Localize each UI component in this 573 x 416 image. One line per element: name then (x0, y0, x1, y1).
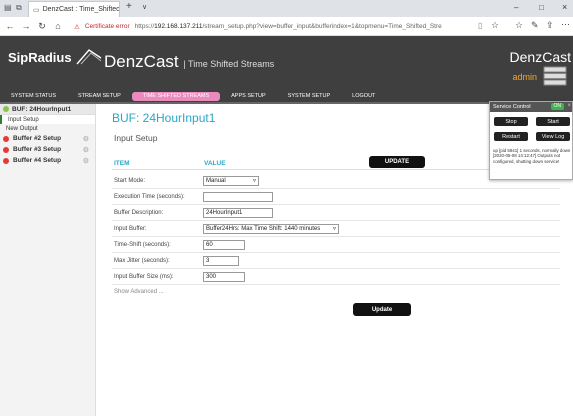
start-button[interactable]: Start (536, 117, 570, 126)
gear-icon[interactable]: ⚙ (83, 146, 89, 154)
chevron-down-icon: ▿ (332, 226, 336, 232)
top-menu: SYSTEM STATUS STREAM SETUP TIME SHIFTED … (0, 90, 460, 102)
status-error-icon (3, 157, 9, 164)
cert-warning-icon[interactable]: ⚠ (74, 23, 80, 31)
tab-dropdown-icon[interactable]: ∨ (142, 3, 147, 11)
start-mode-select[interactable]: Manual ▿ (203, 175, 259, 186)
sidebar-subitem-new-output[interactable]: New Output (0, 124, 95, 133)
tab-title: DenzCast : Time_Shiftec (42, 6, 120, 13)
app-header: SipRadius DenzCast | Time Shifted Stream… (0, 36, 573, 104)
row-label: Start Mode: (114, 177, 146, 184)
table-row: Input Buffer: Buffer24Hrs: Max Time Shif… (112, 221, 560, 237)
tab-list-icon[interactable]: ⧉ (16, 3, 22, 13)
maximize-button[interactable]: □ (539, 3, 544, 12)
reading-view-icon[interactable]: ▯ (478, 21, 482, 30)
sidebar-item-label: BUF: 24HourInput1 (12, 105, 72, 113)
menu-apps-setup[interactable]: APPS SETUP (220, 93, 277, 99)
column-header-item: ITEM (114, 160, 130, 167)
browser-tab[interactable]: ▭ DenzCast : Time_Shiftec × (28, 1, 120, 17)
service-control-title: Service Control (493, 104, 531, 110)
table-row: Input Buffer Size (ms): 300 (112, 269, 560, 285)
menu-stream-setup[interactable]: STREAM SETUP (67, 93, 132, 99)
row-label: Buffer Description: (114, 209, 164, 216)
table-row: Execution Time (seconds): (112, 189, 560, 205)
page-icon: ▭ (33, 6, 40, 14)
buffer-description-input[interactable]: 24HourInput1 (203, 207, 273, 218)
stop-button[interactable]: Stop (494, 117, 528, 126)
time-shift-input[interactable]: 60 (203, 239, 245, 250)
status-ok-icon (3, 106, 9, 112)
share-icon[interactable]: ⇪ (546, 20, 554, 31)
home-icon[interactable]: ⌂ (50, 21, 66, 31)
gear-icon[interactable]: ⚙ (83, 157, 89, 165)
close-window-button[interactable]: × (562, 2, 567, 12)
favorites-icon[interactable]: ☆ (515, 20, 523, 31)
user-label[interactable]: admin (512, 72, 537, 82)
table-row: Buffer Description: 24HourInput1 (112, 205, 560, 221)
browser-titlebar: ▤ ⧉ ▭ DenzCast : Time_Shiftec × + ∨ – □ … (0, 0, 573, 17)
sidebar: BUF: 24HourInput1 Input Setup New Output… (0, 104, 96, 416)
logo-swoosh-icon (76, 49, 102, 65)
row-label: Input Buffer: (114, 225, 147, 232)
forward-icon[interactable]: → (18, 21, 34, 31)
browser-menu-icon[interactable]: ▤ (4, 3, 12, 12)
row-label: Input Buffer Size (ms): (114, 273, 174, 280)
sipradius-logo: SipRadius (8, 48, 103, 66)
table-row: Max Jitter (seconds): 3 (112, 253, 560, 269)
chevron-down-icon: ▿ (252, 178, 256, 184)
sidebar-item-buffer-3[interactable]: Buffer #3 Setup ⚙ (0, 144, 95, 155)
menu-system-setup[interactable]: SYSTEM SETUP (277, 93, 341, 99)
minimize-button[interactable]: – (514, 3, 518, 12)
update-button-bottom[interactable]: Update (353, 303, 411, 316)
gear-icon[interactable]: ⚙ (83, 135, 89, 143)
row-label: Execution Time (seconds): (114, 193, 185, 200)
row-label: Max Jitter (seconds): (114, 257, 170, 264)
favorite-star-icon[interactable]: ☆ (491, 20, 499, 31)
app-subtitle: | Time Shifted Streams (183, 59, 275, 69)
service-log-text: up [pid 5841] 1 seconds, normally down [… (493, 148, 571, 164)
update-button-top[interactable]: UPDATE (369, 156, 425, 168)
sidebar-item-buffer-1[interactable]: BUF: 24HourInput1 (0, 104, 95, 115)
app-title: DenzCast | Time Shifted Streams (104, 52, 275, 71)
server-icon (543, 66, 567, 86)
menu-logout[interactable]: LOGOUT (341, 93, 386, 99)
status-error-icon (3, 146, 9, 153)
status-error-icon (3, 135, 9, 142)
menu-time-shifted-streams[interactable]: TIME SHIFTED STREAMS (131, 91, 221, 101)
back-icon[interactable]: ← (2, 21, 18, 31)
more-icon[interactable]: ⋯ (561, 19, 570, 30)
execution-time-input[interactable] (203, 191, 273, 202)
sidebar-item-label: Buffer #4 Setup (13, 157, 62, 164)
brand-label: DenzCast (509, 49, 571, 65)
row-label: Time-Shift (seconds): (114, 241, 171, 248)
url-text: https://192.168.137.211/stream_setup.php… (134, 23, 442, 30)
pen-icon[interactable]: ✎ (531, 20, 539, 31)
close-icon[interactable]: × (567, 103, 571, 109)
service-control-header: Service Control ON × (490, 102, 572, 112)
page-title: BUF: 24HourInput1 (112, 111, 216, 125)
sidebar-item-label: Buffer #2 Setup (13, 135, 62, 142)
section-title: Input Setup (114, 133, 158, 143)
table-row: Time-Shift (seconds): 60 (112, 237, 560, 253)
show-advanced-link[interactable]: Show Advanced ... (114, 289, 164, 295)
url-field[interactable]: ⚠ Certificate error https://192.168.137.… (74, 19, 472, 34)
refresh-icon[interactable]: ↻ (34, 21, 50, 32)
browser-addressbar: ← → ↻ ⌂ ⚠ Certificate error https://192.… (0, 17, 573, 36)
menu-system-status[interactable]: SYSTEM STATUS (0, 93, 67, 99)
view-log-button[interactable]: View Log (536, 132, 570, 141)
sidebar-item-buffer-2[interactable]: Buffer #2 Setup ⚙ (0, 133, 95, 144)
restart-button[interactable]: Restart (494, 132, 528, 141)
input-buffer-select[interactable]: Buffer24Hrs: Max Time Shift: 1440 minute… (203, 223, 339, 234)
service-control-panel: Service Control ON × Stop Start Restart … (489, 101, 573, 180)
column-header-value: VALUE (204, 160, 226, 167)
cert-error-label[interactable]: Certificate error (85, 23, 130, 30)
sidebar-subitem-input-setup[interactable]: Input Setup (0, 115, 95, 124)
new-tab-button[interactable]: + (126, 1, 132, 12)
service-status-badge[interactable]: ON (550, 103, 564, 110)
sidebar-item-buffer-4[interactable]: Buffer #4 Setup ⚙ (0, 155, 95, 166)
input-buffer-size-input[interactable]: 300 (203, 271, 245, 282)
max-jitter-input[interactable]: 3 (203, 255, 239, 266)
sidebar-item-label: Buffer #3 Setup (13, 146, 62, 153)
